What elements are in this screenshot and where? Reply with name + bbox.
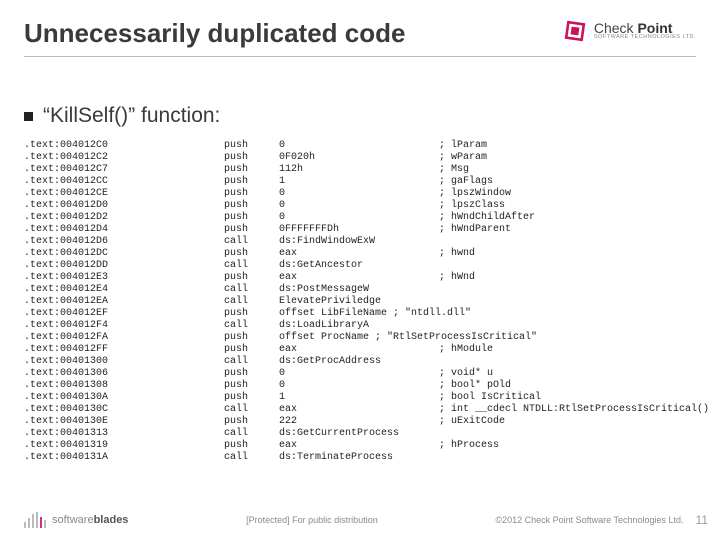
code-row: .text:004012F4callds:LoadLibraryA <box>24 320 709 332</box>
code-row: .text:00401306push0; void* u <box>24 368 709 380</box>
code-row: .text:00401313callds:GetCurrentProcess <box>24 428 709 440</box>
code-row: .text:004012CCpush1; gaFlags <box>24 176 709 188</box>
code-row: .text:004012D6callds:FindWindowExW <box>24 236 709 248</box>
software-blades-icon <box>24 512 46 528</box>
code-row: .text:004012D2push0; hWndChildAfter <box>24 212 709 224</box>
code-row: .text:0040131Acallds:TerminateProcess <box>24 452 709 464</box>
code-row: .text:0040130Apush1; bool IsCritical <box>24 392 709 404</box>
bullet-icon <box>24 112 33 121</box>
code-row: .text:0040130Epush222; uExitCode <box>24 416 709 428</box>
disassembly-code: .text:004012C0push0; lParam.text:004012C… <box>24 140 709 464</box>
code-row: .text:004012D0push0; lpszClass <box>24 200 709 212</box>
logo-subline: SOFTWARE TECHNOLOGIES LTD. <box>594 35 696 41</box>
code-row: .text:004012C7push112h; Msg <box>24 164 709 176</box>
code-row: .text:004012CEpush0; lpszWindow <box>24 188 709 200</box>
subtitle: “KillSelf()” function: <box>24 104 220 128</box>
classification-label: [Protected] For public distribution <box>128 515 495 525</box>
brand-logo: Check Point SOFTWARE TECHNOLOGIES LTD. <box>562 18 696 44</box>
sb-light: software <box>52 514 94 526</box>
code-row: .text:004012E4callds:PostMessageW <box>24 284 709 296</box>
sb-bold: blades <box>94 514 129 526</box>
slide-header: Unnecessarily duplicated code Check Poin… <box>24 18 696 49</box>
footer-left: softwareblades <box>24 512 128 528</box>
code-row: .text:004012C2push0F020h; wParam <box>24 152 709 164</box>
code-row: .text:00401308push0; bool* pOld <box>24 380 709 392</box>
copyright: ©2012 Check Point Software Technologies … <box>495 515 683 525</box>
code-row: .text:004012DDcallds:GetAncestor <box>24 260 709 272</box>
code-row: .text:00401300callds:GetProcAddress <box>24 356 709 368</box>
subtitle-text: “KillSelf()” function: <box>43 104 220 128</box>
code-row: .text:0040130Ccalleax; int __cdecl NTDLL… <box>24 404 709 416</box>
page-title: Unnecessarily duplicated code <box>24 18 405 49</box>
code-row: .text:004012D4push0FFFFFFFDh; hWndParent <box>24 224 709 236</box>
code-row: .text:004012DCpusheax; hwnd <box>24 248 709 260</box>
divider <box>24 56 696 57</box>
page-number: 11 <box>696 513 708 527</box>
code-row: .text:004012EFpushoffset LibFileName ; "… <box>24 308 709 320</box>
code-row: .text:004012FFpusheax; hModule <box>24 344 709 356</box>
logo-text: Check Point SOFTWARE TECHNOLOGIES LTD. <box>594 21 696 41</box>
code-row: .text:00401319pusheax; hProcess <box>24 440 709 452</box>
code-row: .text:004012EAcallElevatePriviledge <box>24 296 709 308</box>
code-row: .text:004012C0push0; lParam <box>24 140 709 152</box>
code-row: .text:004012E3pusheax; hWnd <box>24 272 709 284</box>
code-row: .text:004012FApushoffset ProcName ; "Rtl… <box>24 332 709 344</box>
footer-right: ©2012 Check Point Software Technologies … <box>495 513 708 527</box>
footer: softwareblades [Protected] For public di… <box>24 512 708 528</box>
checkpoint-icon <box>562 18 588 44</box>
